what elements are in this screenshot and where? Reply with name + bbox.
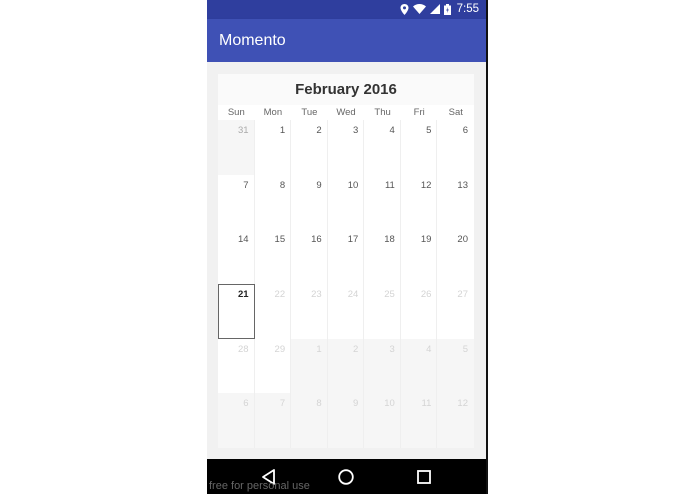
day-cell[interactable]: 31	[218, 120, 255, 175]
location-icon	[400, 3, 409, 15]
day-cell[interactable]: 16	[291, 229, 328, 284]
day-cell[interactable]: 10	[364, 393, 401, 448]
day-cell[interactable]: 12	[437, 393, 474, 448]
day-cell[interactable]: 18	[364, 229, 401, 284]
weekday-label: Mon	[263, 107, 283, 118]
calendar: February 2016 Sun Mon Tue Wed Thu Fri Sa…	[218, 74, 474, 448]
weekday-label: Sat	[448, 107, 463, 118]
day-cell[interactable]: 19	[400, 229, 438, 284]
day-cell[interactable]: 6	[218, 393, 255, 448]
day-cell[interactable]: 8	[254, 174, 292, 230]
weekday-label: Sun	[227, 107, 245, 118]
day-cell[interactable]: 1	[254, 120, 292, 175]
wifi-icon	[412, 4, 426, 14]
weekday-label: Fri	[413, 107, 425, 118]
day-cell[interactable]: 26	[400, 284, 438, 339]
day-cell[interactable]: 22	[254, 284, 292, 339]
day-cell[interactable]: 28	[218, 338, 255, 394]
day-cell[interactable]: 8	[291, 393, 328, 448]
battery-icon	[443, 3, 451, 15]
app-title: Momento	[219, 32, 286, 49]
day-cell[interactable]: 17	[327, 229, 365, 284]
day-cell[interactable]: 7	[254, 393, 292, 448]
day-cell[interactable]: 24	[327, 284, 365, 339]
day-cell[interactable]: 11	[400, 393, 438, 448]
day-cell[interactable]: 11	[364, 174, 401, 230]
month-title: February 2016	[218, 74, 474, 104]
status-bar: 7:55	[207, 0, 487, 19]
home-icon[interactable]	[337, 468, 355, 486]
day-cell[interactable]: 29	[254, 338, 292, 394]
phone-screen: 7:55 Momento February 2016 Sun Mon Tue W…	[207, 0, 487, 494]
day-cell[interactable]: 2	[291, 120, 328, 175]
day-cell[interactable]: 13	[437, 174, 474, 230]
day-cell[interactable]: 5	[437, 338, 474, 394]
day-cell[interactable]: 3	[327, 120, 365, 175]
day-cell[interactable]: 14	[218, 229, 255, 284]
day-cell[interactable]: 9	[327, 393, 365, 448]
status-icons: 7:55	[400, 3, 479, 15]
day-cell[interactable]: 4	[364, 120, 401, 175]
signal-icon	[429, 4, 440, 14]
weekday-label: Thu	[374, 107, 391, 118]
day-cell[interactable]: 4	[400, 338, 438, 394]
clock-time: 7:55	[456, 3, 479, 15]
day-cell[interactable]: 6	[437, 120, 474, 175]
day-cell[interactable]: 23	[291, 284, 328, 339]
day-cell[interactable]: 3	[364, 338, 401, 394]
day-cell[interactable]: 7	[218, 174, 255, 230]
day-cell[interactable]: 25	[364, 284, 401, 339]
weekday-header: Sun Mon Tue Wed Thu Fri Sat	[218, 105, 474, 120]
day-cell[interactable]: 12	[400, 174, 438, 230]
day-cell[interactable]: 10	[327, 174, 365, 230]
day-cell[interactable]: 27	[437, 284, 474, 339]
day-cell[interactable]: 5	[400, 120, 438, 175]
day-cell[interactable]: 20	[437, 229, 474, 284]
weekday-label: Tue	[301, 107, 318, 118]
day-cell[interactable]: 9	[291, 174, 328, 230]
day-cell[interactable]: 2	[327, 338, 365, 394]
app-bar: Momento	[207, 19, 487, 62]
weekday-label: Wed	[336, 107, 356, 118]
recents-icon[interactable]	[415, 468, 433, 486]
day-cell[interactable]: 1	[291, 338, 328, 394]
day-cell-today[interactable]: 21	[218, 284, 255, 339]
screen-edge	[486, 0, 488, 494]
day-cell[interactable]: 15	[254, 229, 292, 284]
main-content: February 2016 Sun Mon Tue Wed Thu Fri Sa…	[207, 62, 487, 459]
watermark-text: free for personal use	[209, 480, 310, 492]
calendar-grid: 31 1 2 3 4 5 6 7 8 9 10 11 12 13 14 15 16 17 18 19 20 21 22 23 2…	[218, 120, 474, 448]
